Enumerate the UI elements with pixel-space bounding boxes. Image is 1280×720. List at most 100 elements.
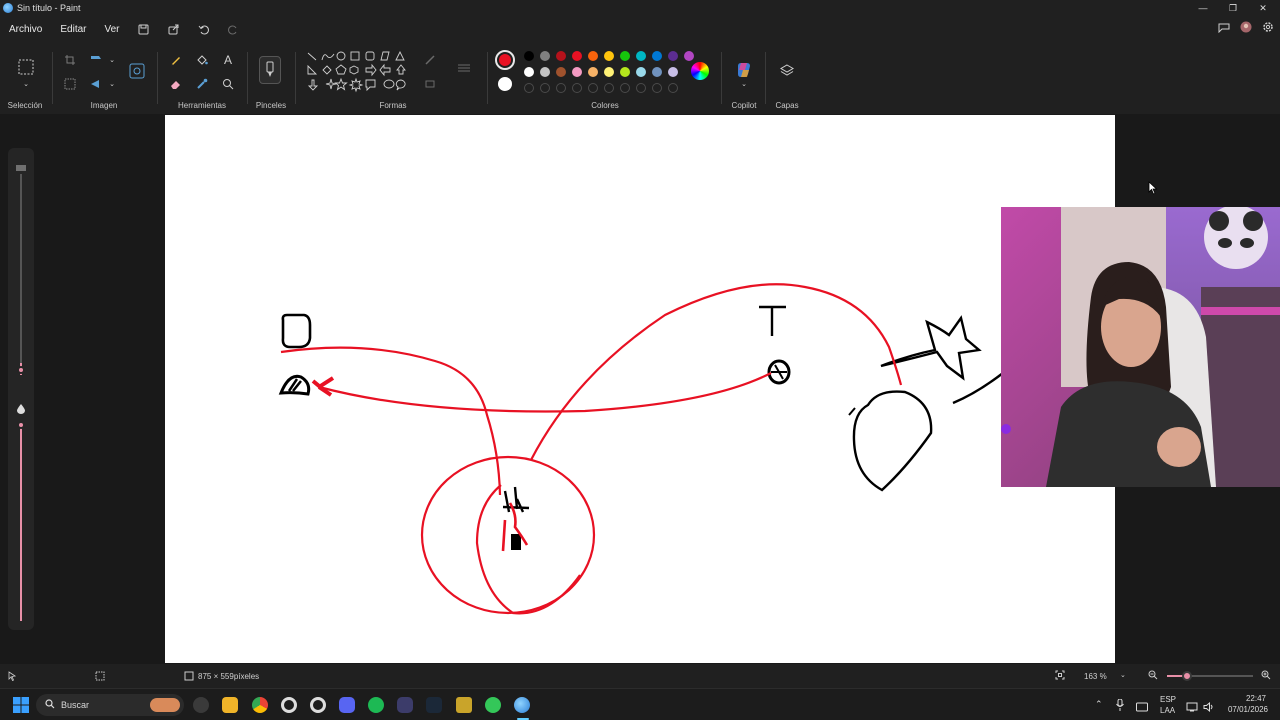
palette-swatch[interactable]: [588, 67, 598, 77]
steam-icon[interactable]: [426, 697, 442, 713]
custom-color-slot[interactable]: [588, 83, 598, 93]
palette-swatch[interactable]: [604, 51, 614, 61]
custom-color-slot[interactable]: [604, 83, 614, 93]
volume-icon[interactable]: [1203, 699, 1215, 717]
palette-swatch[interactable]: [620, 51, 630, 61]
feedback-icon[interactable]: [1218, 21, 1230, 36]
zoom-out-icon[interactable]: [1148, 670, 1158, 682]
spotify-icon[interactable]: [368, 697, 384, 713]
zoom-dropdown-chevron-icon[interactable]: ⌄: [1120, 671, 1126, 679]
settings-gear-icon[interactable]: [1262, 21, 1274, 36]
outline-style-icon[interactable]: [422, 52, 438, 68]
eraser-icon[interactable]: [168, 76, 184, 92]
clock-time[interactable]: 22:47: [1222, 694, 1266, 703]
opacity-slider-thumb[interactable]: [17, 421, 25, 429]
share-icon[interactable]: [159, 24, 189, 35]
text-tool-icon[interactable]: A: [220, 52, 236, 68]
magnifier-icon[interactable]: [220, 76, 236, 92]
custom-color-slot[interactable]: [572, 83, 582, 93]
line-width-icon[interactable]: [456, 60, 472, 76]
select-all-icon[interactable]: [62, 76, 78, 92]
rotate-icon[interactable]: [88, 76, 104, 92]
drawing-canvas[interactable]: [165, 115, 1115, 663]
palette-swatch[interactable]: [556, 51, 566, 61]
app-icon-1[interactable]: [397, 697, 413, 713]
save-icon[interactable]: [129, 24, 159, 35]
shapes-gallery-icon[interactable]: [304, 50, 409, 100]
keyboard-icon[interactable]: [1136, 699, 1148, 717]
fill-bucket-icon[interactable]: [194, 52, 210, 68]
palette-swatch[interactable]: [604, 67, 614, 77]
custom-color-slot[interactable]: [652, 83, 662, 93]
account-avatar-icon[interactable]: [1240, 21, 1252, 36]
undo-icon[interactable]: [189, 24, 219, 35]
layers-icon[interactable]: [778, 62, 796, 80]
app-icon-2[interactable]: [456, 697, 472, 713]
secondary-color-swatch[interactable]: [498, 77, 512, 91]
menu-ver[interactable]: Ver: [95, 24, 128, 35]
discord-icon[interactable]: [339, 697, 355, 713]
zoom-level-text[interactable]: 163 %: [1084, 672, 1107, 681]
chrome-icon[interactable]: [252, 697, 268, 713]
custom-color-slot[interactable]: [524, 83, 534, 93]
resize-chevron-icon[interactable]: ⌄: [104, 52, 120, 68]
palette-swatch[interactable]: [684, 51, 694, 61]
color-picker-icon[interactable]: [194, 76, 210, 92]
zoom-in-icon[interactable]: [1261, 670, 1271, 682]
brush-size-slider-track[interactable]: [20, 174, 22, 369]
primary-color-swatch[interactable]: [495, 50, 515, 70]
widgets-icon[interactable]: [193, 697, 209, 713]
tray-chevron-up-icon[interactable]: ⌃: [1095, 699, 1103, 710]
brush-icon[interactable]: [259, 56, 281, 84]
copilot-chevron-icon[interactable]: ⌄: [736, 76, 752, 92]
palette-swatch[interactable]: [556, 67, 566, 77]
palette-swatch[interactable]: [524, 51, 534, 61]
taskbar-search-box[interactable]: Buscar: [36, 694, 184, 716]
fill-style-icon[interactable]: [422, 76, 438, 92]
crop-icon[interactable]: [62, 52, 78, 68]
selection-dropdown-chevron-icon[interactable]: ⌄: [18, 76, 34, 92]
network-icon[interactable]: [1186, 699, 1198, 717]
palette-swatch[interactable]: [668, 51, 678, 61]
selection-rectangle-icon[interactable]: [17, 58, 35, 76]
image-background-remove-icon[interactable]: [128, 62, 146, 80]
zoom-slider-thumb[interactable]: [1182, 671, 1192, 681]
palette-swatch[interactable]: [620, 67, 630, 77]
palette-swatch[interactable]: [668, 67, 678, 77]
windows-start-icon[interactable]: [13, 697, 29, 713]
file-explorer-icon[interactable]: [222, 697, 238, 713]
custom-color-slot[interactable]: [620, 83, 630, 93]
palette-swatch[interactable]: [652, 67, 662, 77]
opacity-slider-track[interactable]: [20, 425, 22, 621]
app-icon-3[interactable]: [485, 697, 501, 713]
palette-swatch[interactable]: [636, 51, 646, 61]
custom-color-slot[interactable]: [636, 83, 646, 93]
resize-icon[interactable]: [88, 52, 104, 68]
custom-color-slot[interactable]: [668, 83, 678, 93]
obs-icon[interactable]: [310, 697, 326, 713]
microphone-icon[interactable]: [1116, 698, 1124, 716]
restore-button[interactable]: ❐: [1218, 0, 1248, 16]
menu-archivo[interactable]: Archivo: [0, 24, 51, 35]
clock-date[interactable]: 07/01/2026: [1222, 705, 1268, 714]
palette-swatch[interactable]: [540, 67, 550, 77]
palette-swatch[interactable]: [636, 67, 646, 77]
redo-icon[interactable]: [219, 24, 249, 35]
close-button[interactable]: ✕: [1248, 0, 1278, 16]
rotate-chevron-icon[interactable]: ⌄: [104, 76, 120, 92]
steam-app-icon[interactable]: [281, 697, 297, 713]
language-indicator[interactable]: ESP: [1160, 695, 1176, 704]
fit-to-window-icon[interactable]: [1055, 670, 1065, 682]
palette-swatch[interactable]: [572, 67, 582, 77]
palette-swatch[interactable]: [540, 51, 550, 61]
palette-swatch[interactable]: [524, 67, 534, 77]
custom-color-slot[interactable]: [540, 83, 550, 93]
minimize-button[interactable]: —: [1188, 0, 1218, 16]
paint-taskbar-icon[interactable]: [514, 697, 530, 713]
palette-swatch[interactable]: [572, 51, 582, 61]
palette-swatch[interactable]: [652, 51, 662, 61]
palette-swatch[interactable]: [588, 51, 598, 61]
pencil-icon[interactable]: [168, 52, 184, 68]
edit-colors-wheel-icon[interactable]: [691, 62, 709, 80]
menu-editar[interactable]: Editar: [51, 24, 95, 35]
